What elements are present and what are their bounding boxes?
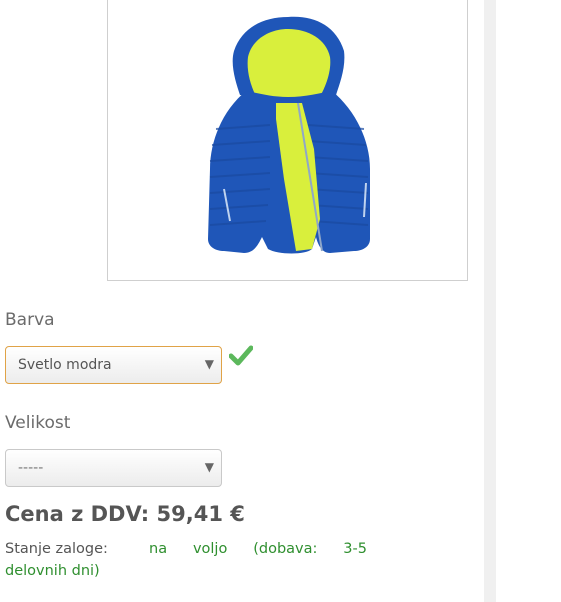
stock-word: (dobava: <box>253 541 318 557</box>
color-label: Barva <box>5 310 55 330</box>
blue-puffer-jacket-image <box>208 16 370 254</box>
stock-word: voljo <box>192 541 228 557</box>
color-select[interactable]: Svetlo modra ▼ <box>5 346 222 384</box>
size-select[interactable]: ----- ▼ <box>5 449 222 487</box>
chevron-down-icon: ▼ <box>204 357 214 371</box>
checkmark-icon <box>229 345 253 366</box>
size-label: Velikost <box>5 413 71 433</box>
product-image[interactable] <box>107 0 468 281</box>
size-select-value: ----- <box>18 460 44 476</box>
stock-word: na <box>149 541 168 557</box>
chevron-down-icon: ▼ <box>204 460 214 474</box>
stock-label: Stanje zaloge: <box>5 541 108 557</box>
price-with-vat: Cena z DDV: 59,41 € <box>5 502 245 526</box>
right-rail <box>484 0 496 602</box>
color-select-value: Svetlo modra <box>18 357 112 373</box>
stock-delivery-text: delovnih dni) <box>5 563 100 579</box>
stock-word: 3-5 <box>343 541 367 557</box>
stock-status: Stanje zaloge: na voljo (dobava: 3-5 del… <box>5 538 367 582</box>
